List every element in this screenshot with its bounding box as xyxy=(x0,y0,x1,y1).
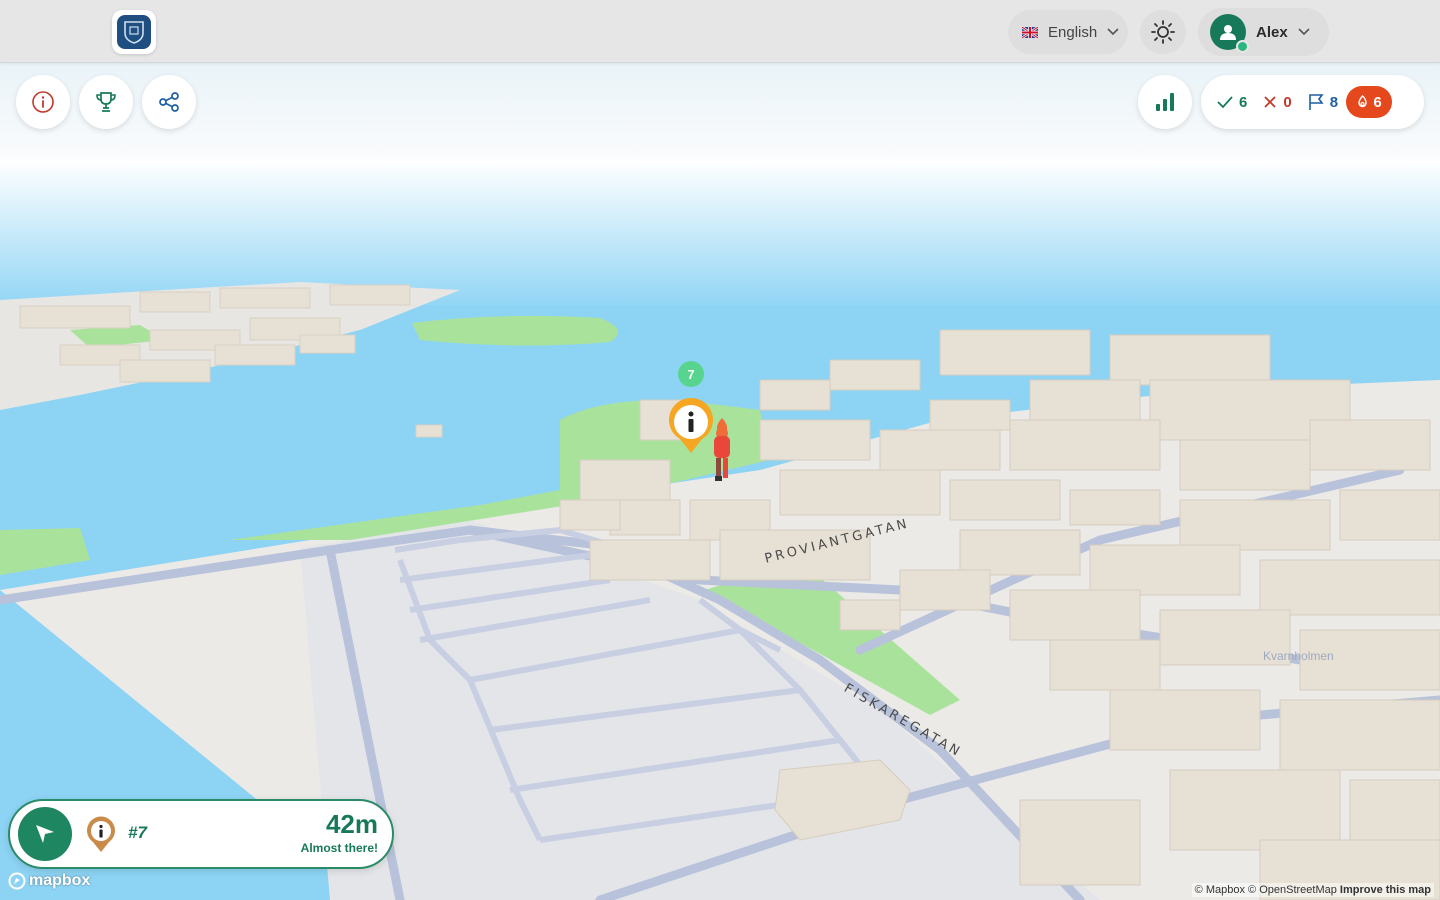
correct-count: 6 xyxy=(1217,94,1247,111)
stats-chart-button[interactable] xyxy=(1138,75,1192,129)
recenter-button[interactable] xyxy=(18,807,72,861)
online-status-dot xyxy=(1236,40,1249,53)
info-icon xyxy=(32,91,54,113)
improve-map-link[interactable]: Improve this map xyxy=(1340,884,1431,896)
wrong-value: 0 xyxy=(1283,93,1292,111)
player-figure-icon xyxy=(714,418,730,481)
language-selector[interactable]: English xyxy=(1008,10,1128,54)
user-name: Alex xyxy=(1256,23,1288,41)
user-icon xyxy=(1220,25,1236,40)
navigation-arrow-icon xyxy=(36,825,54,843)
chevron-down-icon xyxy=(1107,28,1119,36)
app-logo[interactable] xyxy=(112,10,156,54)
map-attribution: © Mapbox © OpenStreetMap Improve this ma… xyxy=(1191,883,1434,897)
attribution-osm-link[interactable]: © OpenStreetMap xyxy=(1248,884,1337,896)
flags-count: 8 xyxy=(1308,93,1338,111)
leaderboard-trophy-button[interactable] xyxy=(79,75,133,129)
share-icon xyxy=(159,92,179,112)
info-pin-icon xyxy=(87,816,115,852)
theme-toggle-button[interactable] xyxy=(1140,10,1186,54)
navigation-card[interactable]: #7 42m Almost there! xyxy=(8,799,394,869)
correct-value: 6 xyxy=(1239,93,1248,111)
language-label: English xyxy=(1048,23,1098,41)
trophy-icon xyxy=(96,92,116,112)
streak-value: 6 xyxy=(1373,93,1382,111)
top-bar: English Alex xyxy=(0,0,1440,63)
mapbox-wordmark: mapbox xyxy=(29,872,91,889)
fire-icon xyxy=(1358,95,1368,108)
score-summary[interactable]: 6 0 8 6 xyxy=(1201,75,1424,129)
target-number: #7 xyxy=(128,823,147,842)
streak-badge: 6 xyxy=(1346,86,1393,118)
flags-value: 8 xyxy=(1329,93,1339,111)
flag-icon xyxy=(1308,94,1324,110)
share-button[interactable] xyxy=(142,75,196,129)
leaderboard-icon xyxy=(1156,93,1174,111)
user-menu[interactable]: Alex xyxy=(1198,8,1329,56)
gb-flag-icon xyxy=(1022,26,1038,38)
player-avatar xyxy=(706,416,738,484)
mapbox-icon xyxy=(8,872,26,890)
cluster-marker[interactable]: 7 xyxy=(678,361,704,387)
city-crest-logo xyxy=(117,15,151,49)
info-button[interactable] xyxy=(16,75,70,129)
proximity-status: Almost there! xyxy=(300,841,378,855)
wrong-count: 0 xyxy=(1263,93,1292,111)
chevron-down-icon xyxy=(1298,28,1310,36)
check-icon xyxy=(1217,96,1233,109)
mapbox-logo[interactable]: mapbox xyxy=(8,872,90,890)
district-label: Kvarnholmen xyxy=(1263,649,1334,663)
close-icon xyxy=(1264,96,1276,108)
attribution-mapbox-link[interactable]: © Mapbox xyxy=(1195,884,1245,896)
distance-value: 42m xyxy=(325,809,378,839)
avatar xyxy=(1210,14,1249,53)
sun-icon xyxy=(1151,20,1175,44)
